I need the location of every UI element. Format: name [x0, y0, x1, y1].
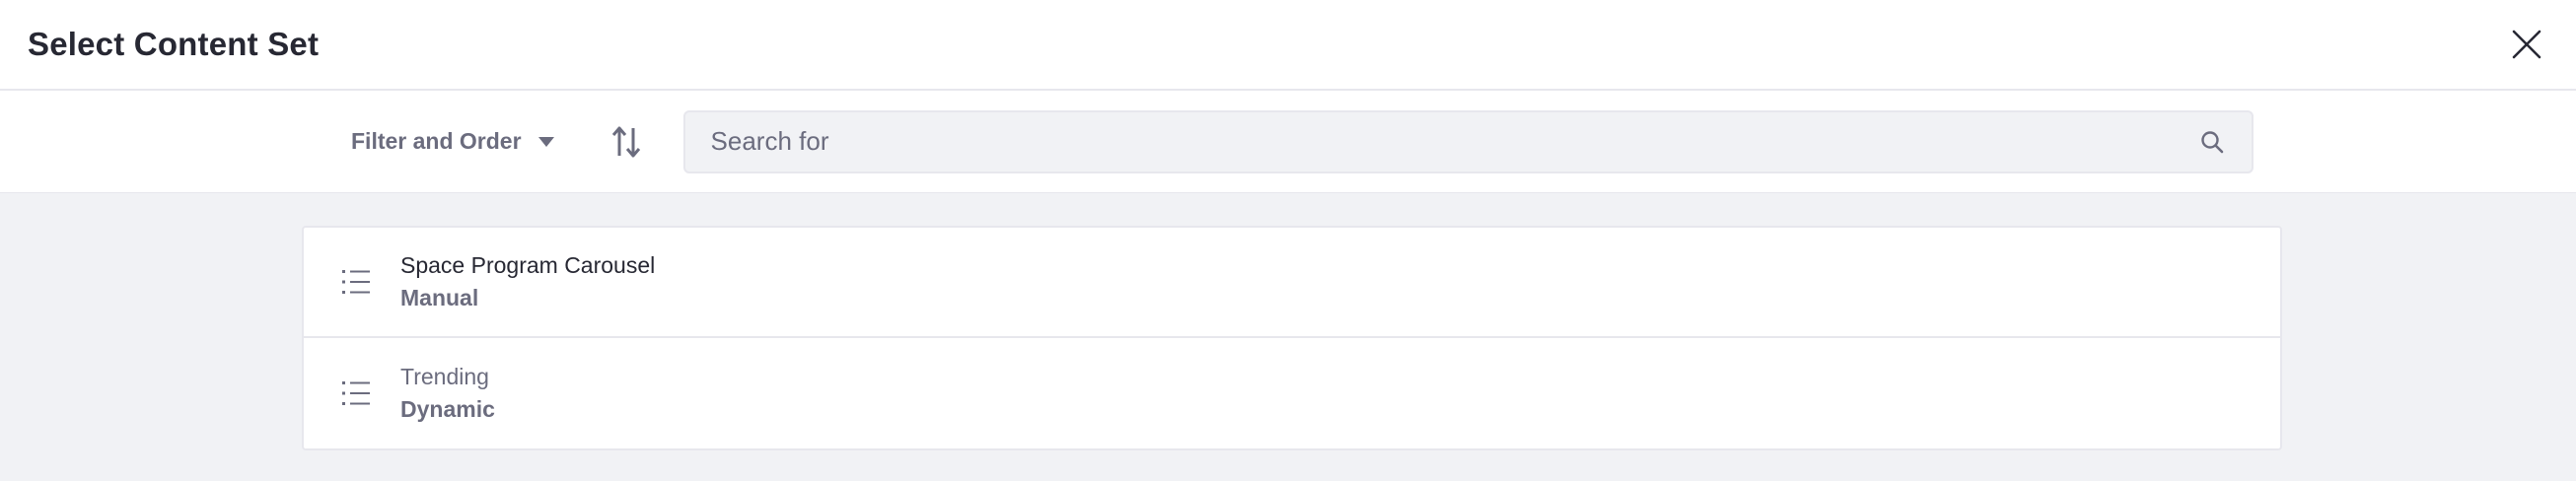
caret-down-icon	[537, 136, 554, 147]
management-toolbar: Filter and Order	[0, 91, 2576, 193]
list-item[interactable]: Space Program Carousel Manual	[302, 226, 2282, 338]
list-item-text: Space Program Carousel Manual	[400, 252, 655, 311]
modal-title: Select Content Set	[28, 26, 320, 62]
filter-and-order-label: Filter and Order	[351, 128, 522, 154]
search-box	[682, 109, 2254, 173]
list-icon	[339, 265, 373, 299]
order-arrow-icon	[611, 126, 640, 157]
list-icon	[339, 377, 373, 410]
sort-order-button[interactable]	[607, 122, 646, 162]
search-button[interactable]	[2198, 128, 2226, 156]
list-item-title: Space Program Carousel	[400, 252, 656, 278]
content-area: Space Program Carousel Manual Trending D…	[0, 193, 2576, 481]
list-item-subtitle: Manual	[400, 285, 479, 310]
list-item[interactable]: Trending Dynamic	[302, 338, 2282, 450]
close-icon	[2512, 30, 2541, 59]
filter-and-order-dropdown[interactable]: Filter and Order	[351, 128, 555, 155]
search-icon	[2200, 130, 2223, 153]
search-input[interactable]	[710, 126, 2198, 157]
select-content-set-modal: Select Content Set Filter and Order Sear…	[0, 0, 2576, 481]
close-button[interactable]	[2505, 23, 2548, 66]
list-item-subtitle: Dynamic	[400, 396, 495, 422]
list-item-title: Trending	[400, 364, 489, 389]
modal-header: Select Content Set	[0, 0, 2576, 91]
toolbar-inner: Filter and Order	[351, 109, 2254, 173]
content-set-list: Space Program Carousel Manual Trending D…	[302, 226, 2282, 450]
list-item-text: Trending Dynamic	[400, 364, 495, 423]
